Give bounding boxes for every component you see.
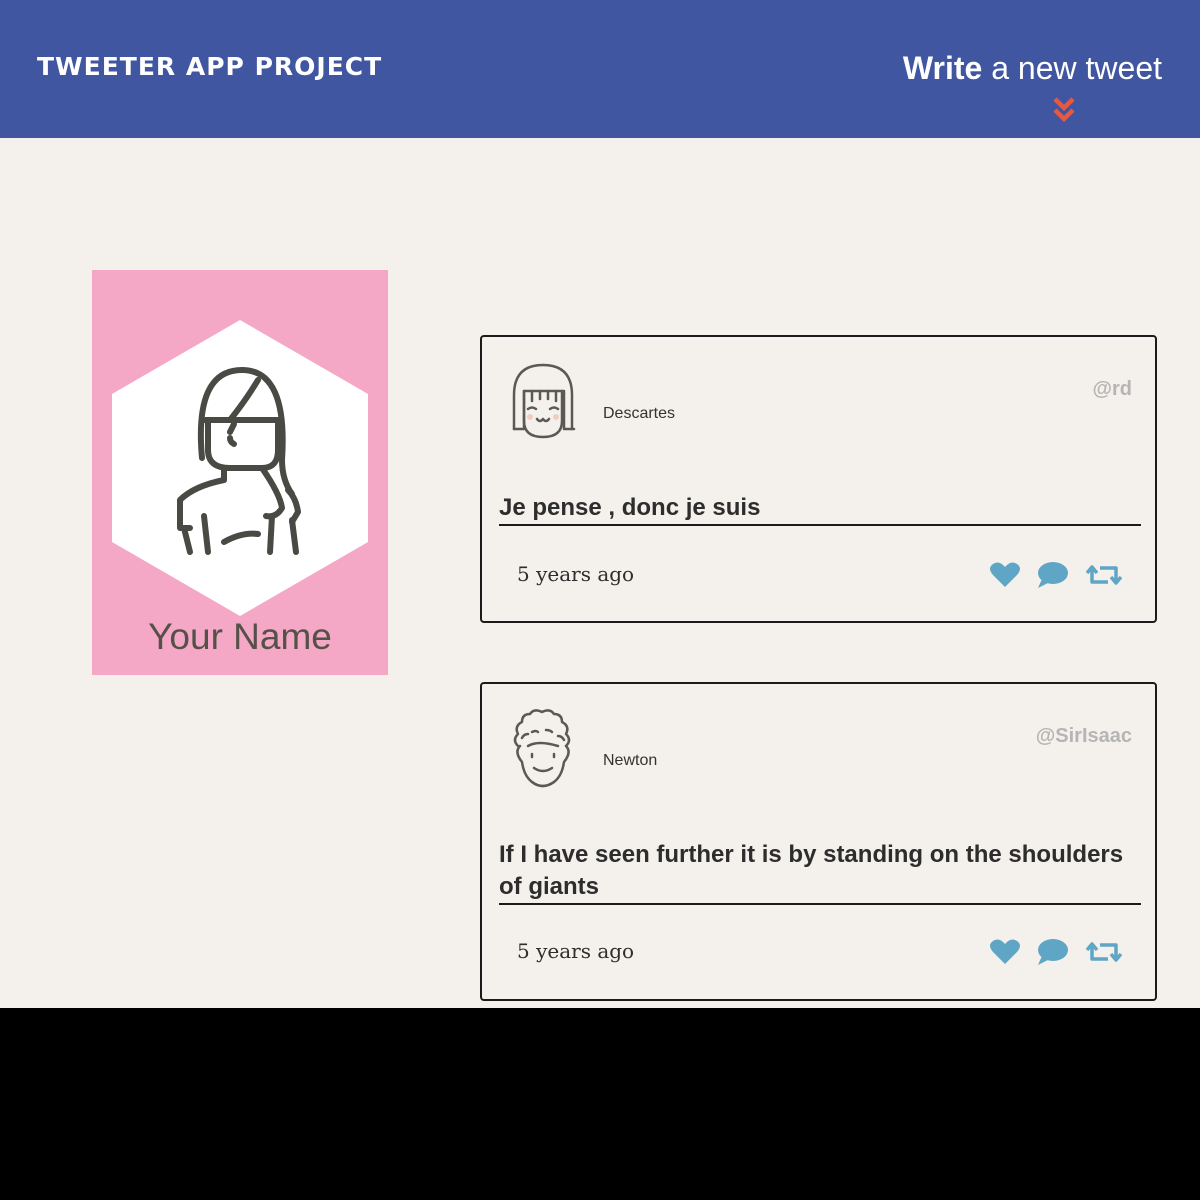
navbar: TWEETER APP PROJECT Write a new tweet [0, 0, 1200, 138]
tweet-handle[interactable]: @rd [1092, 378, 1132, 401]
page: TWEETER APP PROJECT Write a new tweet Yo… [0, 0, 1200, 1008]
compose-rest: a new tweet [982, 50, 1162, 86]
heart-icon[interactable] [989, 561, 1020, 593]
profile-name: Your Name [148, 616, 332, 657]
newton-avatar [513, 709, 571, 788]
tweet-timestamp: 5 years ago [517, 562, 635, 586]
tweet-author: Descartes [603, 405, 676, 422]
tweet-content: Je pense , donc je suis [499, 492, 1141, 526]
profile-card: Your Name [92, 270, 388, 675]
compose-bold: Write [902, 50, 983, 86]
profile-avatar [112, 320, 368, 616]
tweet-actions [978, 938, 1123, 970]
retweet-icon[interactable] [1085, 562, 1123, 592]
brand-title[interactable]: TWEETER APP PROJECT [37, 52, 382, 81]
tweet-card: Descartes @rd Je pense , donc je suis 5 … [480, 335, 1157, 623]
comment-icon[interactable] [1037, 561, 1069, 593]
tweet-actions [978, 561, 1123, 593]
descartes-avatar [512, 363, 576, 439]
comment-icon[interactable] [1037, 938, 1069, 970]
retweet-icon[interactable] [1085, 939, 1123, 969]
tweet-card: Newton @SirIsaac If I have seen further … [480, 682, 1157, 1001]
tweet-timestamp: 5 years ago [517, 939, 635, 963]
tweet-handle[interactable]: @SirIsaac [1036, 725, 1132, 748]
tweet-author: Newton [603, 752, 658, 769]
write-new-tweet-button[interactable]: Write a new tweet [862, 50, 1162, 87]
tweet-content: If I have seen further it is by standing… [499, 839, 1141, 905]
heart-icon[interactable] [989, 938, 1020, 970]
double-chevron-down-icon[interactable] [1052, 96, 1076, 124]
